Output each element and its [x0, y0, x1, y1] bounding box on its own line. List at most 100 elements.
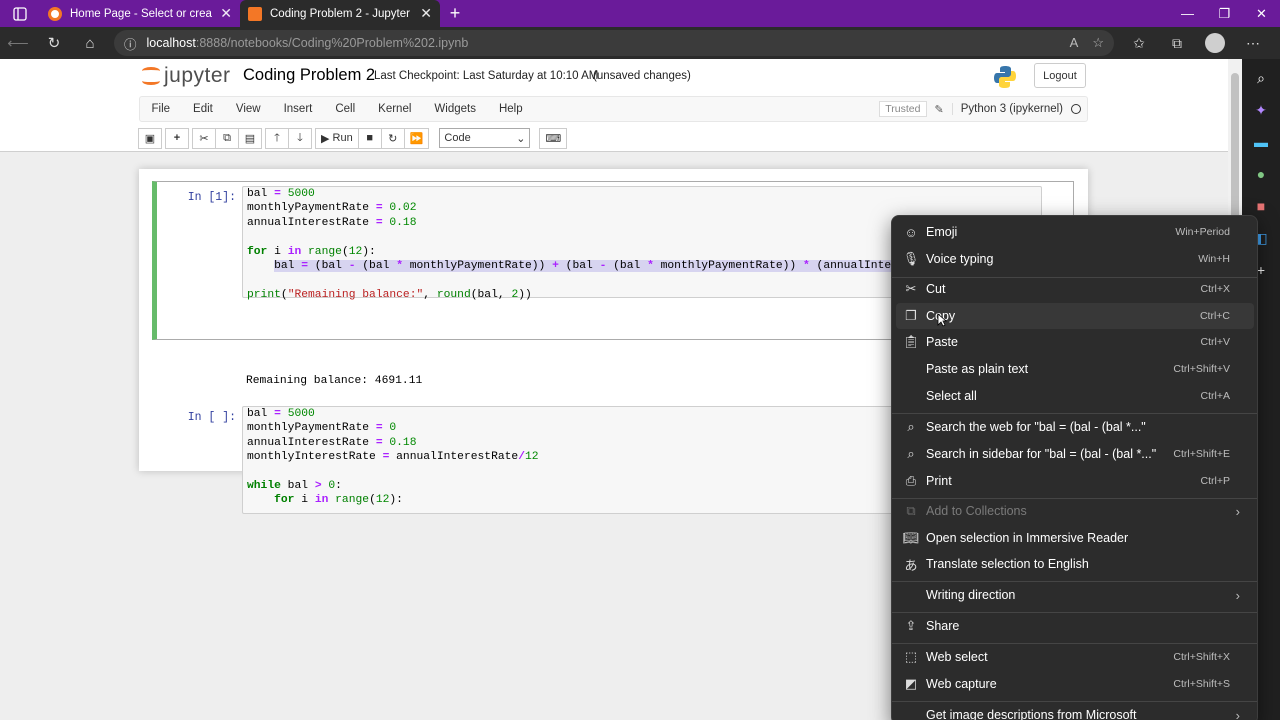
tab-title: Coding Problem 2 - Jupyter Note: [270, 7, 412, 20]
tab-actions-button[interactable]: [0, 0, 40, 27]
menu-view[interactable]: View: [224, 103, 272, 115]
browser-tab-notebook[interactable]: Coding Problem 2 - Jupyter Note ✕: [240, 0, 440, 27]
sidebar-search-icon: ⌕: [907, 446, 915, 461]
url-field[interactable]: ⓘ localhost:8888/notebooks/Coding%20Prob…: [114, 30, 1114, 56]
menu-file[interactable]: File: [140, 103, 182, 115]
cell-prompt: In [ ]:: [187, 411, 236, 424]
menu-item-translate[interactable]: あ Translate selection to English: [896, 551, 1254, 577]
emoji-icon: ☺: [904, 224, 918, 240]
chevron-down-icon: ⌄: [516, 132, 526, 145]
close-icon[interactable]: ✕: [220, 5, 232, 22]
refresh-icon[interactable]: ↻: [36, 27, 72, 59]
menu-kernel[interactable]: Kernel: [367, 103, 423, 115]
paste-icon: 📋︎: [902, 334, 920, 349]
close-window-icon[interactable]: ✕: [1243, 0, 1280, 27]
kernel-status-icon: [1071, 104, 1081, 114]
more-menu-icon[interactable]: ⋯: [1236, 27, 1270, 59]
run-button[interactable]: ▶ Run: [315, 127, 359, 149]
web-capture-icon: ◩: [904, 676, 918, 691]
collections-icon[interactable]: ⧉: [1160, 27, 1194, 59]
notebook-title[interactable]: Coding Problem 2: [243, 66, 375, 85]
browser-tabstrip: Home Page - Select or create a n ✕ Codin…: [0, 0, 1280, 27]
menu-edit[interactable]: Edit: [182, 103, 225, 115]
web-select-icon: ⬚: [904, 649, 918, 664]
menu-item-search-sidebar[interactable]: ⌕ Search in sidebar for "bal = (bal - (ba…: [896, 441, 1254, 467]
share-icon: ⇪: [905, 618, 917, 633]
add-favorite-icon[interactable]: ☆: [1092, 35, 1104, 51]
url-path: :8888/notebooks/Coding%20Problem%202.ipy…: [195, 36, 469, 50]
cell-type-select[interactable]: Code ⌄: [439, 128, 531, 148]
menu-item-paste-plain[interactable]: Paste as plain text Ctrl+Shift+V: [896, 356, 1254, 382]
context-menu: ☺ Emoji Win+Period 🎙︎ Voice typing Win+H ✂ Cu…: [891, 215, 1258, 720]
menu-help[interactable]: Help: [487, 103, 534, 115]
minimize-icon[interactable]: —: [1169, 0, 1206, 27]
jupyter-logo[interactable]: jupyter: [142, 64, 231, 88]
menu-item-search-web[interactable]: ⌕ Search the web for "bal = (bal - (bal *…: [896, 414, 1254, 440]
trusted-badge[interactable]: Trusted: [879, 101, 927, 117]
tools-icon[interactable]: ▬: [1250, 131, 1272, 153]
immersive-reader-icon: 📖︎: [902, 530, 920, 545]
favorites-icon[interactable]: ✩: [1122, 27, 1156, 59]
menu-item-copy[interactable]: ❐CopyCtrl+C: [896, 303, 1254, 329]
menu-item-paste[interactable]: 📋︎ Paste Ctrl+V: [896, 329, 1254, 355]
menu-cell[interactable]: Cell: [324, 103, 367, 115]
menu-item-cut[interactable]: ✂ Cut Ctrl+X: [896, 276, 1254, 302]
info-icon[interactable]: ⓘ: [124, 34, 137, 53]
kernel-name[interactable]: Python 3 (ipykernel): [951, 103, 1063, 115]
save-icon[interactable]: ▣: [138, 127, 162, 149]
read-aloud-icon[interactable]: A: [1070, 35, 1079, 51]
cell-prompt: In [1]:: [187, 191, 236, 204]
menu-item-share[interactable]: ⇪ Share: [896, 613, 1254, 639]
new-tab-button[interactable]: +: [440, 0, 470, 27]
jupyter-header: jupyter Coding Problem 2 Last Checkpoint…: [0, 59, 1228, 152]
unsaved-indicator: (unsaved changes): [593, 70, 691, 82]
mouse-cursor-icon: [937, 313, 947, 327]
home-icon[interactable]: ⌂: [72, 27, 108, 59]
maximize-icon[interactable]: ❐: [1206, 0, 1243, 27]
menu-item-web-select[interactable]: ⬚ Web select Ctrl+Shift+X: [896, 644, 1254, 670]
paste-icon[interactable]: ▤: [238, 127, 262, 149]
menu-item-web-capture[interactable]: ◩ Web capture Ctrl+Shift+S: [896, 671, 1254, 697]
copilot-icon[interactable]: ✦: [1250, 99, 1272, 121]
cut-icon[interactable]: ✂: [192, 127, 216, 149]
close-icon[interactable]: ✕: [420, 5, 432, 22]
menu-widgets[interactable]: Widgets: [423, 103, 488, 115]
notebook-favicon-icon: [248, 6, 262, 21]
profile-avatar[interactable]: [1198, 27, 1232, 59]
jupyter-logo-icon: [142, 65, 160, 87]
menu-insert[interactable]: Insert: [272, 103, 324, 115]
restart-icon[interactable]: ↻: [380, 127, 405, 149]
games-icon[interactable]: ●: [1250, 163, 1272, 185]
menu-item-writing-direction[interactable]: Writing direction ›: [896, 582, 1254, 608]
menu-item-voice-typing[interactable]: 🎙︎ Voice typing Win+H: [896, 246, 1254, 272]
url-host: localhost: [146, 36, 196, 50]
menu-item-print[interactable]: ⎙ Print Ctrl+P: [896, 468, 1254, 494]
menu-bar: File Edit View Insert Cell Kernel Widget…: [139, 96, 1088, 122]
code-line: monthlyPaymentRate = 0.02: [247, 202, 417, 215]
menu-item-immersive-reader[interactable]: 📖︎ Open selection in Immersive Reader: [896, 525, 1254, 551]
search-icon[interactable]: ⌕: [1250, 67, 1272, 89]
menu-item-add-collections: ⧉ Add to Collections ›: [896, 498, 1254, 524]
copy-icon[interactable]: ⧉: [215, 127, 239, 149]
copy-icon: ❐: [905, 308, 917, 323]
stop-icon[interactable]: ■: [357, 127, 382, 149]
move-down-icon[interactable]: 🡓: [288, 127, 312, 149]
fast-forward-icon[interactable]: ⏩: [403, 127, 430, 149]
menu-item-image-descriptions[interactable]: Get image descriptions from Microsoft ›: [896, 702, 1254, 720]
keyboard-icon[interactable]: ⌨: [539, 127, 568, 149]
menu-item-emoji[interactable]: ☺ Emoji Win+Period: [896, 219, 1254, 245]
back-arrow-icon[interactable]: ⟵: [0, 27, 36, 59]
menu-item-select-all[interactable]: Select all Ctrl+A: [896, 383, 1254, 409]
translate-icon: あ: [904, 557, 918, 573]
insert-cell-icon[interactable]: +: [165, 127, 189, 149]
office-icon[interactable]: ■: [1250, 195, 1272, 217]
collections-icon: ⧉: [906, 503, 916, 518]
scissors-icon: ✂: [905, 281, 917, 296]
notebook-toolbar: ▣ + ✂ ⧉ ▤ 🡑 🡓 ▶ Run ■ ↻ ⏩ Code ⌄ ⌨: [138, 126, 568, 150]
pencil-icon[interactable]: ✎: [935, 103, 944, 116]
checkpoint-status: Last Checkpoint: Last Saturday at 10:10 …: [374, 70, 599, 82]
jupyter-favicon-icon: [48, 6, 62, 21]
move-up-icon[interactable]: 🡑: [265, 127, 289, 149]
logout-button[interactable]: Logout: [1034, 63, 1086, 88]
browser-tab-home[interactable]: Home Page - Select or create a n ✕: [40, 0, 240, 27]
